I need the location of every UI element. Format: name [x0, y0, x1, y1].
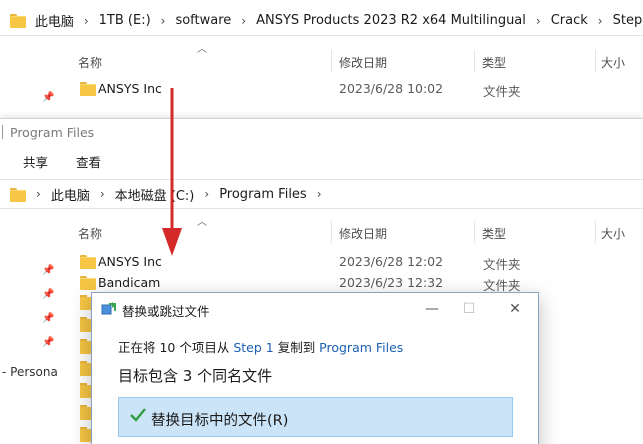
column-date[interactable]: 修改日期: [339, 54, 387, 71]
folder-icon: [80, 255, 96, 269]
message-text: 复制到: [273, 340, 320, 355]
window-title: Program Files: [10, 125, 95, 140]
pin-icon[interactable]: 📌: [42, 92, 54, 103]
tab-view[interactable]: 查看: [76, 152, 101, 171]
chevron-right-icon: ›: [83, 13, 89, 28]
column-header-row: 名称 修改日期 类型 大小: [0, 48, 643, 74]
text-cursor: [2, 125, 3, 139]
breadcrumb-program-files[interactable]: Program Files: [219, 187, 307, 202]
chevron-right-icon: ›: [597, 13, 603, 28]
chevron-right-icon: ›: [160, 13, 166, 28]
folder-icon: [10, 187, 26, 202]
address-bar[interactable]: › 此电脑 › 本地磁盘 (C:) › Program Files ›: [0, 179, 643, 209]
file-name: ANSYS Inc: [98, 81, 162, 96]
file-name: Bandicam: [98, 275, 161, 290]
minimize-button[interactable]: —: [412, 297, 452, 321]
column-name[interactable]: 名称: [78, 225, 102, 242]
source-link[interactable]: Step 1: [233, 340, 273, 355]
chevron-right-icon: ›: [36, 187, 41, 201]
file-type: 文件夹: [483, 84, 521, 99]
pin-icon[interactable]: 📌: [42, 265, 54, 276]
ribbon-tabs: 共享 查看: [0, 147, 643, 173]
explorer-window-step1: › 此电脑 › 1TB (E:) › software › ANSYS Prod…: [0, 0, 643, 120]
breadcrumb-this-pc[interactable]: 此电脑: [35, 11, 74, 30]
folder-icon: [80, 82, 96, 96]
file-date: 2023/6/23 12:32: [339, 275, 444, 290]
breadcrumb-software[interactable]: software: [175, 13, 231, 28]
close-button[interactable]: ✕: [495, 297, 535, 321]
breadcrumb-this-pc[interactable]: 此电脑: [51, 185, 90, 204]
address-bar[interactable]: › 此电脑 › 1TB (E:) › software › ANSYS Prod…: [0, 6, 643, 36]
chevron-right-icon: ›: [99, 187, 105, 201]
chevron-right-icon: ›: [316, 187, 322, 201]
checkmark-icon: [130, 408, 146, 422]
chevron-right-icon: ›: [204, 187, 210, 201]
replace-files-option[interactable]: 替换目标中的文件(R): [118, 397, 513, 437]
column-type[interactable]: 类型: [482, 225, 506, 242]
window-titlebar[interactable]: Program Files: [0, 119, 643, 145]
column-header-row: 名称 修改日期 类型 大小: [0, 219, 643, 245]
copy-files-icon: [101, 302, 116, 315]
dialog-title: 替换或跳过文件: [122, 304, 210, 319]
maximize-button[interactable]: ☐: [449, 297, 489, 321]
column-date[interactable]: 修改日期: [339, 225, 387, 242]
column-name[interactable]: 名称: [78, 54, 102, 71]
destination-link[interactable]: Program Files: [319, 340, 403, 355]
dialog-message: 正在将 10 个项目从 Step 1 复制到 Program Files: [118, 337, 403, 356]
file-date: 2023/6/28 10:02: [339, 81, 444, 96]
breadcrumb-step1[interactable]: Step 1: [613, 13, 643, 28]
replace-or-skip-dialog: 替换或跳过文件 — ☐ ✕ 正在将 10 个项目从 Step 1 复制到 Pro…: [91, 292, 539, 444]
message-text: 正在将 10 个项目从: [118, 340, 234, 355]
column-type[interactable]: 类型: [482, 54, 506, 71]
nav-item-personal[interactable]: - Persona: [2, 365, 58, 379]
list-item[interactable]: Bandicam 2023/6/23 12:32 文件夹: [76, 272, 636, 293]
tab-share[interactable]: 共享: [23, 152, 48, 171]
pin-icon[interactable]: 📌: [42, 313, 54, 324]
breadcrumb-drive[interactable]: 1TB (E:): [99, 13, 151, 28]
folder-icon: [80, 276, 96, 290]
red-arrow-annotation: [162, 88, 182, 256]
breadcrumb-crack[interactable]: Crack: [551, 13, 588, 28]
column-size[interactable]: 大小: [601, 225, 625, 242]
dialog-heading: 目标包含 3 个同名文件: [118, 367, 273, 385]
chevron-right-icon: ›: [241, 13, 247, 28]
column-size[interactable]: 大小: [601, 54, 625, 71]
file-type: 文件夹: [483, 257, 521, 272]
file-date: 2023/6/28 12:02: [339, 254, 444, 269]
file-name: ANSYS Inc: [98, 254, 162, 269]
pin-icon[interactable]: 📌: [42, 337, 54, 348]
replace-files-label: 替换目标中的文件(R): [151, 413, 289, 429]
pin-icon[interactable]: 📌: [42, 289, 54, 300]
breadcrumb-ansys-products[interactable]: ANSYS Products 2023 R2 x64 Multilingual: [256, 13, 526, 28]
chevron-right-icon: ›: [535, 13, 541, 28]
